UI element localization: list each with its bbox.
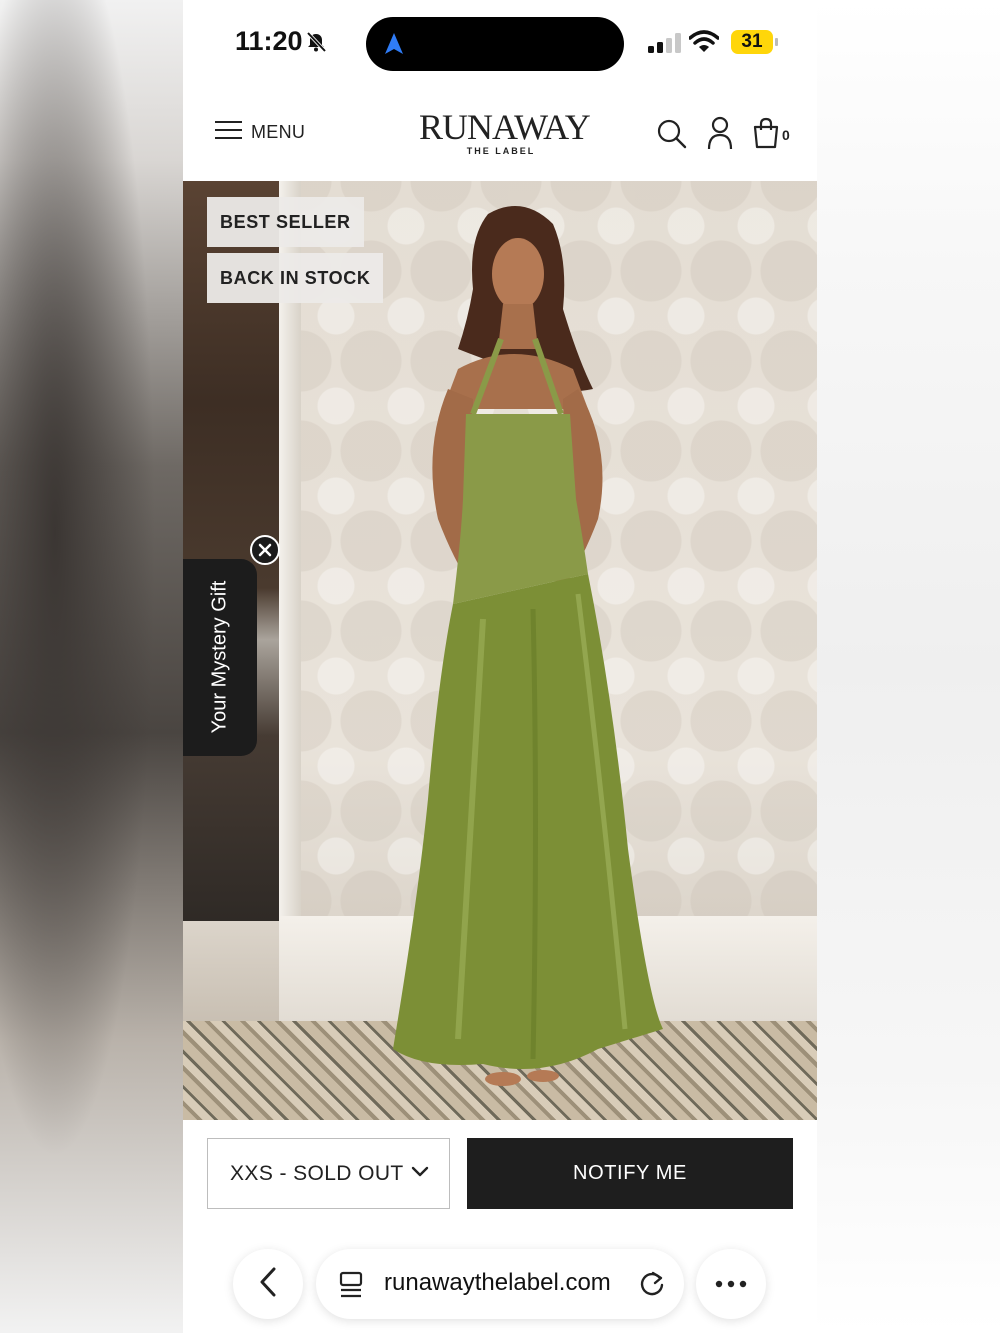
phone-screen: 11:20 31 MENU RUNAWAY THE LABEL 0 BEST S… <box>183 0 817 1333</box>
hamburger-icon <box>215 120 243 145</box>
blurred-right-backdrop <box>817 0 1000 1333</box>
mystery-gift-label: Your Mystery Gift <box>208 580 231 734</box>
badge-back-in-stock: BACK IN STOCK <box>207 253 384 303</box>
product-image[interactable]: BEST SELLER BACK IN STOCK Your Mystery G… <box>183 181 817 1120</box>
page-menu-icon[interactable] <box>338 1271 364 1304</box>
brand-logo[interactable]: RUNAWAY THE LABEL <box>419 107 591 156</box>
signal-icon <box>648 33 682 58</box>
ellipsis-icon <box>715 1275 747 1293</box>
url-text: runawaythelabel.com <box>384 1269 611 1296</box>
battery-icon: 31 <box>731 30 773 54</box>
cart-button[interactable]: 0 <box>753 117 790 154</box>
back-button[interactable] <box>233 1249 303 1319</box>
bell-slash-icon <box>305 31 327 58</box>
cart-count: 0 <box>782 127 790 143</box>
search-icon[interactable] <box>656 118 688 155</box>
notify-me-button[interactable]: NOTIFY ME <box>467 1138 793 1209</box>
mystery-gift-tab[interactable]: Your Mystery Gift <box>183 559 257 756</box>
logo-wordmark: RUNAWAY <box>419 107 591 147</box>
status-time: 11:20 <box>235 26 303 56</box>
chevron-left-icon <box>259 1267 277 1302</box>
account-icon[interactable] <box>707 116 733 155</box>
dynamic-island <box>366 17 624 71</box>
battery-cap <box>775 38 778 46</box>
close-icon[interactable] <box>250 535 280 565</box>
blurred-left-backdrop <box>0 0 183 1333</box>
menu-button[interactable]: MENU <box>215 120 305 145</box>
chevron-down-icon <box>411 1165 429 1183</box>
navigation-arrow-icon <box>383 32 405 61</box>
site-header: MENU RUNAWAY THE LABEL 0 <box>183 90 817 181</box>
reload-icon[interactable] <box>638 1270 666 1303</box>
badge-best-seller: BEST SELLER <box>207 197 364 247</box>
model-in-green-dress <box>393 206 663 1086</box>
address-bar[interactable]: runawaythelabel.com <box>316 1249 684 1319</box>
size-selected-value: XXS - SOLD OUT <box>230 1161 404 1185</box>
status-bar: 11:20 31 <box>183 0 817 90</box>
browser-toolbar: runawaythelabel.com <box>183 1240 817 1333</box>
size-select[interactable]: XXS - SOLD OUT <box>207 1138 450 1209</box>
logo-tagline: THE LABEL <box>466 146 536 156</box>
bag-icon <box>753 117 779 154</box>
menu-label: MENU <box>251 122 306 142</box>
wifi-icon <box>688 30 720 59</box>
more-options-button[interactable] <box>696 1249 766 1319</box>
